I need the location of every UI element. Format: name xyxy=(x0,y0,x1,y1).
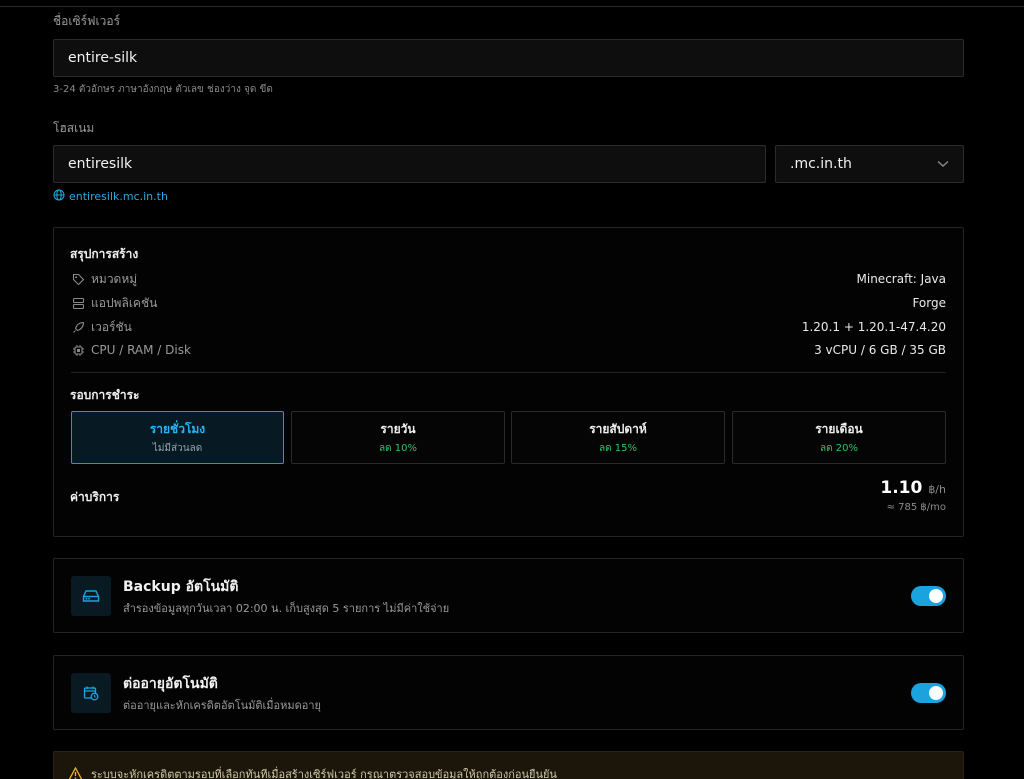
hostname-label: โฮสเนม xyxy=(53,121,95,135)
server-name-input[interactable]: entire-silk xyxy=(53,39,964,77)
domain-select-value: .mc.in.th xyxy=(790,156,852,172)
billing-cycle-title: รอบการชำระ xyxy=(70,388,140,402)
fee-label: ค่าบริการ xyxy=(70,490,120,504)
rocket-icon xyxy=(71,320,85,334)
domain-select[interactable]: .mc.in.th xyxy=(775,145,964,183)
summary-value: Forge xyxy=(912,296,946,310)
price-value: 1.10 xyxy=(880,478,923,498)
backup-description: สำรองข้อมูลทุกวันเวลา 02:00 น. เก็บสูงสุ… xyxy=(123,602,450,615)
billing-option-label: รายสัปดาห์ xyxy=(589,421,647,436)
billing-option-label: รายเดือน xyxy=(815,421,863,436)
cpu-icon xyxy=(71,343,85,357)
summary-row-resources: CPU / RAM / Disk 3 vCPU / 6 GB / 35 GB xyxy=(71,342,946,358)
summary-key: แอปพลิเคชัน xyxy=(91,295,158,310)
auto-renew-card: ต่ออายุอัตโนมัติ ต่ออายุและหักเครดิตอัตโ… xyxy=(53,655,964,730)
summary-key: CPU / RAM / Disk xyxy=(91,343,191,357)
billing-option-label: รายชั่วโมง xyxy=(149,421,206,436)
backup-title: Backup อัตโนมัติ xyxy=(123,579,239,595)
warning-icon xyxy=(68,766,83,779)
billing-option-weekly[interactable]: รายสัปดาห์ ลด 15% xyxy=(511,411,725,464)
hostname-preview-text: entiresilk.mc.in.th xyxy=(69,190,168,203)
billing-option-sub: ลด 20% xyxy=(819,442,859,454)
chevron-down-icon xyxy=(937,156,949,172)
summary-divider xyxy=(71,372,946,373)
billing-option-sub: ไม่มีส่วนลด xyxy=(152,442,203,454)
summary-key: เวอร์ชัน xyxy=(91,319,132,334)
summary-row-application: แอปพลิเคชัน Forge xyxy=(71,295,946,311)
server-icon xyxy=(71,296,85,310)
billing-option-sub: ลด 10% xyxy=(378,442,418,454)
server-name-value: entire-silk xyxy=(68,50,138,66)
summary-title: สรุปการสร้าง xyxy=(70,247,139,261)
billing-option-monthly[interactable]: รายเดือน ลด 20% xyxy=(732,411,946,464)
summary-key: หมวดหมู่ xyxy=(91,271,138,286)
billing-option-label: รายวัน xyxy=(380,421,416,436)
top-divider xyxy=(0,6,1024,7)
warning-text: ระบบจะหักเครดิตตามรอบที่เลือกทันทีเมื่อส… xyxy=(91,768,557,779)
backup-toggle[interactable] xyxy=(911,586,946,606)
auto-renew-toggle[interactable] xyxy=(911,683,946,703)
server-name-label: ชื่อเซิร์ฟเวอร์ xyxy=(53,14,121,28)
summary-value: Minecraft: Java xyxy=(856,272,946,286)
summary-row-category: หมวดหมู่ Minecraft: Java xyxy=(71,271,946,287)
summary-value: 3 vCPU / 6 GB / 35 GB xyxy=(814,343,946,357)
toggle-knob xyxy=(929,589,943,603)
billing-option-sub: ลด 15% xyxy=(598,442,638,454)
backup-card: Backup อัตโนมัติ สำรองข้อมูลทุกวันเวลา 0… xyxy=(53,558,964,633)
summary-row-version: เวอร์ชัน 1.20.1 + 1.20.1-47.4.20 xyxy=(71,319,946,335)
warning-banner: ระบบจะหักเครดิตตามรอบที่เลือกทันทีเมื่อส… xyxy=(53,751,964,779)
toggle-knob xyxy=(929,686,943,700)
calendar-clock-icon xyxy=(71,673,111,713)
hostname-value: entiresilk xyxy=(68,156,133,172)
auto-renew-description: ต่ออายุและหักเครดิตอัตโนมัติเมื่อหมดอายุ xyxy=(123,699,322,712)
hostname-input[interactable]: entiresilk xyxy=(53,145,766,183)
billing-option-hourly[interactable]: รายชั่วโมง ไม่มีส่วนลด xyxy=(71,411,284,464)
price-display: 1.10 ฿/h xyxy=(880,478,946,498)
globe-icon xyxy=(53,189,65,204)
price-per-month: ≈ 785 ฿/mo xyxy=(886,502,946,513)
server-name-hint: 3-24 ตัวอักษร ภาษาอังกฤษ ตัวเลข ช่องว่าง… xyxy=(53,84,273,95)
billing-option-daily[interactable]: รายวัน ลด 10% xyxy=(291,411,505,464)
summary-value: 1.20.1 + 1.20.1-47.4.20 xyxy=(801,320,946,334)
hostname-preview-link[interactable]: entiresilk.mc.in.th xyxy=(53,189,168,204)
tag-icon xyxy=(71,272,85,286)
auto-renew-title: ต่ออายุอัตโนมัติ xyxy=(123,676,218,692)
price-unit: ฿/h xyxy=(928,483,946,496)
hard-drive-icon xyxy=(71,576,111,616)
